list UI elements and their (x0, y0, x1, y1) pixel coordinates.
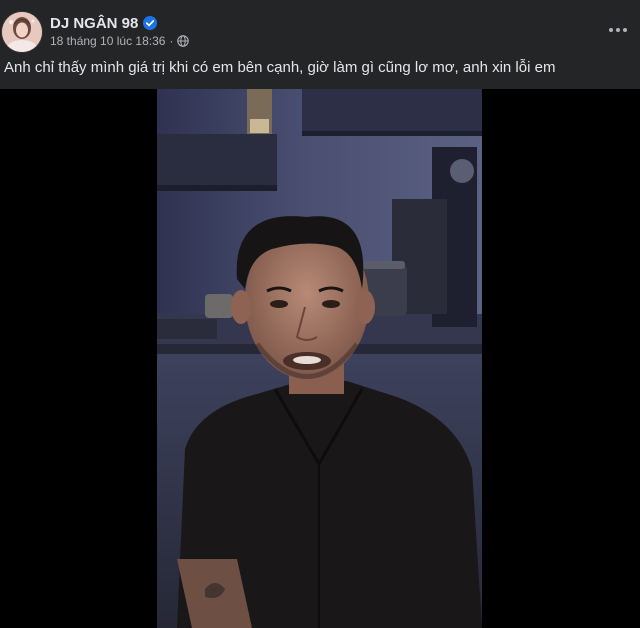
more-options-dot (623, 28, 627, 32)
post-header: DJ NGÂN 98 18 tháng 10 lúc 18:36 · (0, 0, 640, 55)
verified-badge-icon (143, 16, 158, 30)
post-media[interactable] (0, 89, 640, 628)
meta-separator: · (169, 34, 174, 48)
author-avatar[interactable] (2, 12, 42, 52)
author-name[interactable]: DJ NGÂN 98 (50, 15, 138, 32)
post-caption: Anh chỉ thấy mình giá trị khi có em bên … (4, 59, 556, 76)
globe-icon[interactable] (177, 35, 190, 47)
more-options-dot (616, 28, 620, 32)
facebook-post: DJ NGÂN 98 18 tháng 10 lúc 18:36 · Anh c… (0, 0, 640, 628)
video-frame[interactable] (157, 89, 482, 628)
more-options-button[interactable] (606, 18, 630, 42)
post-timestamp[interactable]: 18 tháng 10 lúc 18:36 (50, 34, 165, 48)
post-meta: 18 tháng 10 lúc 18:36 · (50, 33, 190, 49)
author-line: DJ NGÂN 98 (50, 13, 158, 33)
more-options-icon (609, 28, 613, 32)
